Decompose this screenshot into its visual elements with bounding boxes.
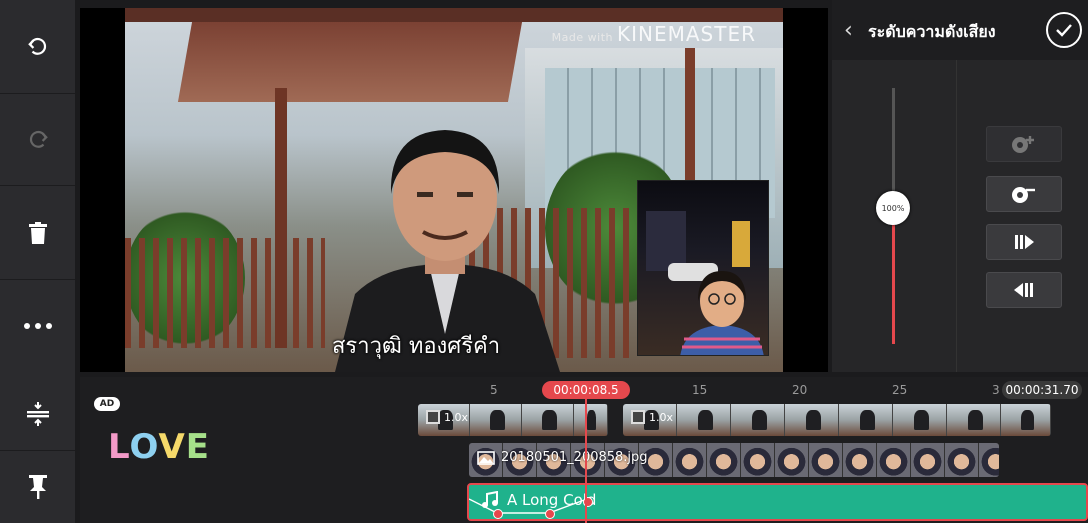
redo-button[interactable] <box>0 94 75 186</box>
video-clip-1[interactable]: 1.0x <box>418 404 608 436</box>
panel-header: ‹ ระดับความดังเสียง <box>832 0 1088 60</box>
next-keyframe-button[interactable] <box>986 224 1062 260</box>
more-dots-icon <box>23 323 52 329</box>
timeline-expand-icon <box>26 401 49 426</box>
add-keyframe-button[interactable] <box>986 126 1062 162</box>
audio-clip[interactable]: A Long Cold <box>467 483 1088 521</box>
total-duration-badge: 00:00:31.70 <box>1002 381 1082 399</box>
volume-keyframe-dot[interactable] <box>545 509 555 519</box>
previous-keyframe-button[interactable] <box>986 272 1062 308</box>
ad-badge: AD <box>94 397 120 411</box>
pin-button[interactable] <box>0 451 75 523</box>
playhead[interactable] <box>585 397 587 523</box>
panel-title: ระดับความดังเสียง <box>868 22 996 41</box>
timeline[interactable]: 5 10 15 20 25 3 00:00:08.5 00:00:31.70 A… <box>80 377 1088 523</box>
subtitle-text: สราวุฒิ ทองศรีคำ <box>332 334 501 359</box>
photo-layer-label: 20180501_200858.jpg <box>477 450 648 465</box>
volume-slider-fill <box>892 208 895 344</box>
volume-keyframe-dot[interactable] <box>493 509 503 519</box>
timeline-toolbar <box>0 377 75 523</box>
delete-button[interactable] <box>0 186 75 280</box>
film-icon <box>631 410 645 424</box>
redo-icon <box>29 130 48 148</box>
undo-icon <box>27 37 46 55</box>
back-chevron-icon[interactable]: ‹ <box>844 18 853 43</box>
clip-speed: 1.0x <box>426 410 468 424</box>
volume-slider-knob[interactable]: 100% <box>876 191 910 226</box>
video-clip-2[interactable]: 1.0x <box>623 404 1051 436</box>
kinemaster-watermark: Made with KINEMASTER <box>551 22 756 46</box>
remove-keyframe-icon <box>1012 187 1035 203</box>
pip-overlay-clip[interactable] <box>637 180 769 356</box>
love-logo: LOVE <box>108 427 211 467</box>
timeline-ruler: 5 10 15 20 25 3 <box>410 383 1088 397</box>
checkmark-icon <box>1056 24 1072 37</box>
volume-value-label: 100% <box>881 203 905 213</box>
pip-person <box>680 271 764 355</box>
undo-button[interactable] <box>0 0 75 94</box>
next-keyframe-icon <box>1015 235 1034 249</box>
pin-icon <box>28 475 47 499</box>
clip-speed: 1.0x <box>631 410 673 424</box>
photo-layer-clip[interactable]: 20180501_200858.jpg <box>469 443 999 477</box>
image-icon <box>477 450 495 465</box>
more-button[interactable] <box>0 280 75 372</box>
remove-keyframe-button[interactable] <box>986 176 1062 212</box>
video-preview[interactable]: Made with KINEMASTER สราวุฒิ ทองศรีคำ <box>80 8 828 372</box>
volume-panel: ‹ ระดับความดังเสียง 100% <box>832 0 1088 372</box>
film-icon <box>426 410 440 424</box>
ruler-mark: 20 <box>792 383 808 397</box>
ruler-mark: 3 <box>992 383 1000 397</box>
add-keyframe-icon <box>1012 136 1034 153</box>
ruler-mark: 5 <box>490 383 498 397</box>
ruler-mark: 25 <box>892 383 908 397</box>
ruler-mark: 15 <box>692 383 708 397</box>
panel-divider <box>956 60 957 372</box>
timeline-expand-button[interactable] <box>0 377 75 451</box>
trash-icon <box>28 221 47 244</box>
previous-keyframe-icon <box>1014 283 1033 297</box>
preview-frame <box>125 8 783 372</box>
confirm-button[interactable] <box>1046 12 1082 48</box>
